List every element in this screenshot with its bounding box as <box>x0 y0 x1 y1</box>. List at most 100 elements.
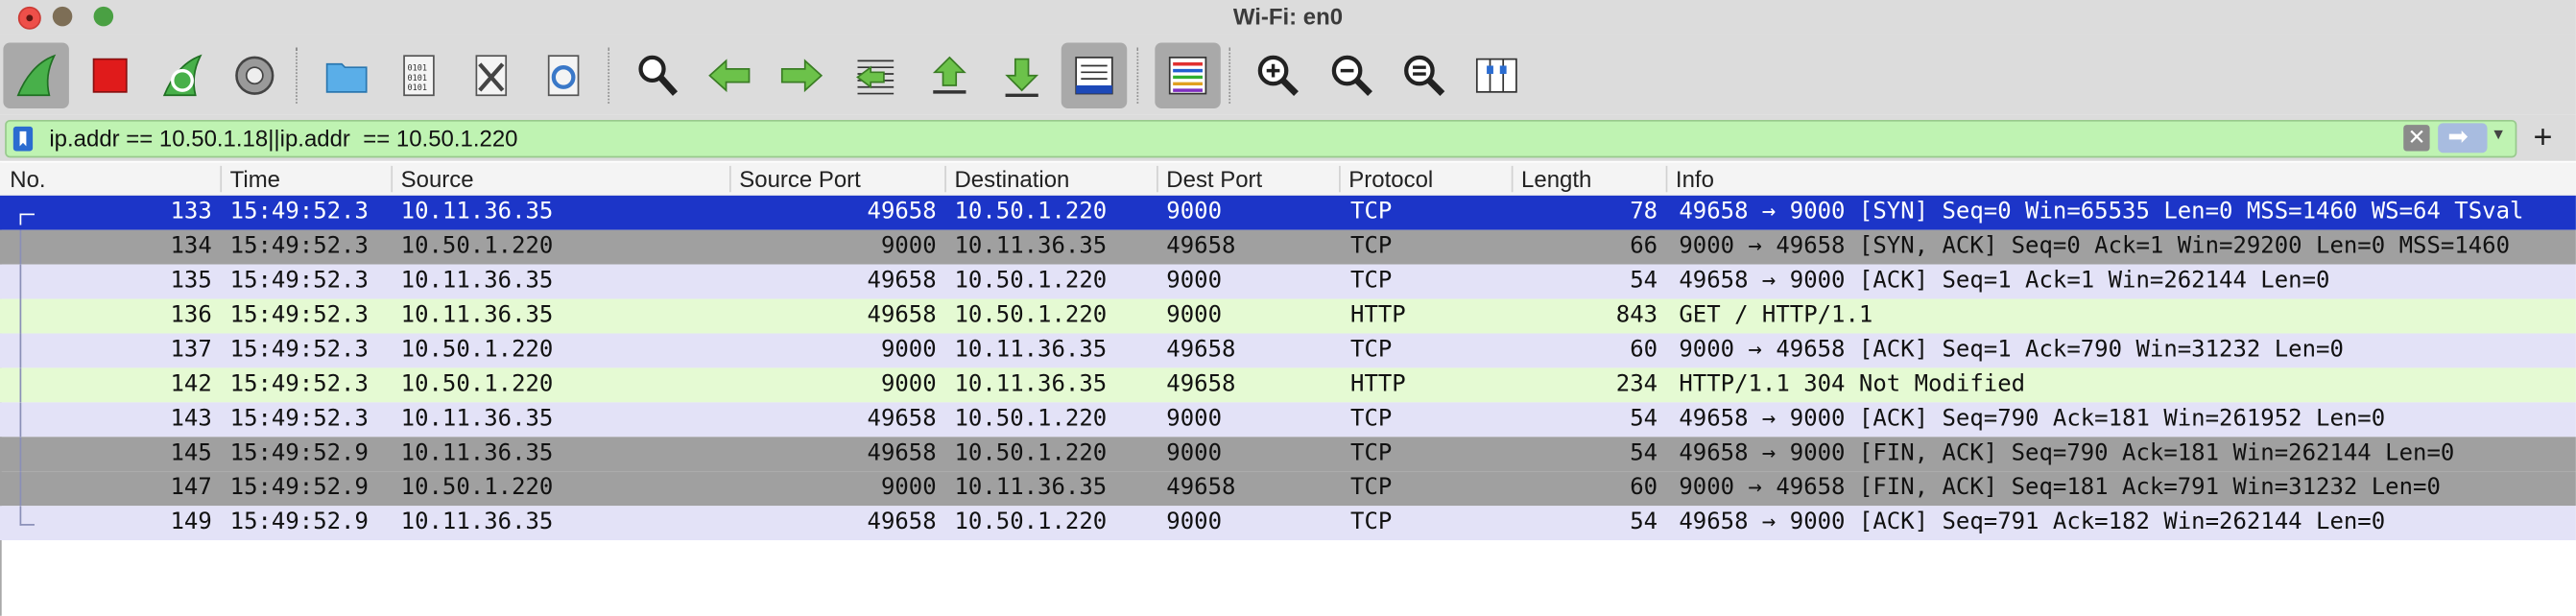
packet-row[interactable]: 147 15:49:52.9 10.50.1.220 9000 10.11.36.35 4… <box>0 471 2576 507</box>
first-packet-button[interactable] <box>917 43 982 108</box>
go-forward-button[interactable] <box>769 43 834 108</box>
packet-dst-cell: 10.11.36.35 <box>954 336 1108 364</box>
go-to-packet-button[interactable] <box>843 43 908 108</box>
toolbar-separator <box>1136 47 1139 104</box>
toolbar-separator <box>608 47 610 104</box>
packet-no-cell: 145 <box>170 439 212 467</box>
packet-len-cell: 60 <box>1630 336 1658 364</box>
column-header-time[interactable]: Time <box>230 166 280 192</box>
reload-file-button[interactable] <box>531 43 596 108</box>
auto-scroll-button[interactable] <box>1061 42 1128 108</box>
packet-row[interactable]: 134 15:49:52.3 10.50.1.220 9000 10.11.36.35 4… <box>0 229 2576 265</box>
zoom-out-button[interactable] <box>1319 43 1384 108</box>
column-divider[interactable] <box>944 165 946 193</box>
clear-filter-button[interactable]: ✕ <box>2403 125 2430 152</box>
find-packet-button[interactable] <box>624 43 689 108</box>
colorize-button[interactable] <box>1155 42 1221 108</box>
packet-row[interactable]: 136 15:49:52.3 10.11.36.35 49658 10.50.1.220… <box>0 298 2576 334</box>
add-filter-button[interactable]: + <box>2533 120 2552 157</box>
close-file-icon <box>475 55 508 97</box>
go-forward-icon <box>780 59 823 93</box>
packet-list[interactable]: 133 15:49:52.3 10.11.36.35 49658 10.50.1.220… <box>0 195 2576 541</box>
column-divider[interactable] <box>1157 165 1158 193</box>
column-header-length[interactable]: Length <box>1521 166 1591 192</box>
last-packet-icon <box>1005 58 1039 97</box>
zoom-in-button[interactable] <box>1245 43 1310 108</box>
column-header-source-port[interactable]: Source Port <box>739 166 861 192</box>
conversation-tree-line <box>19 229 38 265</box>
packet-info-cell: 49658 → 9000 [FIN, ACK] Seq=790 Ack=181 … <box>1679 439 2455 467</box>
packet-row[interactable]: 137 15:49:52.3 10.50.1.220 9000 10.11.36.35 4… <box>0 333 2576 368</box>
filter-history-dropdown[interactable]: ▾ <box>2493 123 2502 145</box>
display-filter-input[interactable]: ip.addr == 10.50.1.18||ip.addr == 10.50.… <box>5 119 2517 158</box>
go-to-packet-icon <box>856 59 894 95</box>
go-back-icon <box>708 59 751 93</box>
packet-sport-cell: 49658 <box>867 509 937 536</box>
packet-len-cell: 54 <box>1630 405 1658 433</box>
open-file-button[interactable] <box>314 43 379 108</box>
column-divider[interactable] <box>1665 165 1668 193</box>
packet-row[interactable]: 149 15:49:52.9 10.11.36.35 49658 10.50.1.220… <box>0 506 2576 541</box>
packet-time-cell: 15:49:52.3 <box>229 268 369 295</box>
last-packet-button[interactable] <box>989 43 1054 108</box>
go-back-button[interactable] <box>697 43 762 108</box>
column-divider[interactable] <box>220 165 223 193</box>
toolbar-separator <box>1228 47 1231 104</box>
packet-proto-cell: TCP <box>1350 199 1393 225</box>
packet-time-cell: 15:49:52.3 <box>229 199 369 225</box>
start-capture-icon <box>16 54 57 97</box>
reload-file-icon <box>547 55 580 97</box>
close-file-button[interactable] <box>459 43 524 108</box>
packet-no-cell: 137 <box>170 336 212 364</box>
packet-row[interactable]: 143 15:49:52.3 10.11.36.35 49658 10.50.1.220… <box>0 402 2576 438</box>
resize-columns-icon <box>1475 58 1517 93</box>
column-divider[interactable] <box>728 165 731 193</box>
column-header-info[interactable]: Info <box>1676 166 1714 192</box>
svg-text:0101: 0101 <box>408 64 428 74</box>
packet-info-cell: HTTP/1.1 304 Not Modified <box>1679 370 2026 398</box>
capture-options-icon <box>235 56 274 95</box>
packet-row[interactable]: 133 15:49:52.3 10.11.36.35 49658 10.50.1.220… <box>0 195 2576 230</box>
stop-capture-button[interactable] <box>77 43 142 108</box>
column-divider[interactable] <box>391 165 394 193</box>
colorize-icon <box>1168 57 1207 95</box>
window-title: Wi-Fi: en0 <box>1232 3 1344 30</box>
packet-len-cell: 60 <box>1630 474 1658 502</box>
apply-filter-button[interactable] <box>2438 122 2488 154</box>
packet-src-cell: 10.11.36.35 <box>400 405 554 433</box>
column-header-no[interactable]: No. <box>10 166 45 192</box>
packet-sport-cell: 49658 <box>867 301 937 329</box>
save-file-button[interactable]: 0101 0101 0101 <box>386 43 451 108</box>
packet-proto-cell: TCP <box>1350 405 1393 433</box>
packet-row[interactable]: 135 15:49:52.3 10.11.36.35 49658 10.50.1.220… <box>0 264 2576 299</box>
packet-len-cell: 78 <box>1630 199 1658 225</box>
packet-row[interactable]: 142 15:49:52.3 10.50.1.220 9000 10.11.36.35 4… <box>0 367 2576 403</box>
packet-proto-cell: HTTP <box>1350 370 1406 398</box>
restart-capture-button[interactable] <box>150 43 215 108</box>
column-divider[interactable] <box>1511 165 1514 193</box>
packet-src-cell: 10.11.36.35 <box>400 199 554 225</box>
title-bar: Wi-Fi: en0 <box>0 0 2576 35</box>
packet-list-header: No. Time Source Source Port Destination … <box>0 162 2576 198</box>
column-header-destination[interactable]: Destination <box>954 166 1069 192</box>
packet-time-cell: 15:49:52.9 <box>229 474 369 502</box>
column-header-protocol[interactable]: Protocol <box>1348 166 1433 192</box>
conversation-tree-line <box>19 437 38 472</box>
svg-text:0101: 0101 <box>408 83 428 93</box>
start-capture-button[interactable] <box>3 42 69 108</box>
packet-row[interactable]: 145 15:49:52.9 10.11.36.35 49658 10.50.1.220… <box>0 437 2576 472</box>
packet-dport-cell: 9000 <box>1166 509 1223 536</box>
packet-dport-cell: 9000 <box>1166 301 1223 329</box>
packet-sport-cell: 9000 <box>880 370 937 398</box>
normal-size-button[interactable] <box>1392 43 1457 108</box>
packet-dport-cell: 9000 <box>1166 439 1223 467</box>
column-header-dest-port[interactable]: Dest Port <box>1166 166 1262 192</box>
packet-proto-cell: TCP <box>1350 509 1393 536</box>
column-header-source[interactable]: Source <box>401 166 474 192</box>
bookmark-icon[interactable] <box>12 126 34 152</box>
packet-info-cell: 9000 → 49658 [ACK] Seq=1 Ack=790 Win=312… <box>1679 336 2344 364</box>
packet-time-cell: 15:49:52.3 <box>229 233 369 260</box>
capture-options-button[interactable] <box>222 43 287 108</box>
resize-columns-button[interactable] <box>1464 43 1529 108</box>
column-divider[interactable] <box>1339 165 1341 193</box>
